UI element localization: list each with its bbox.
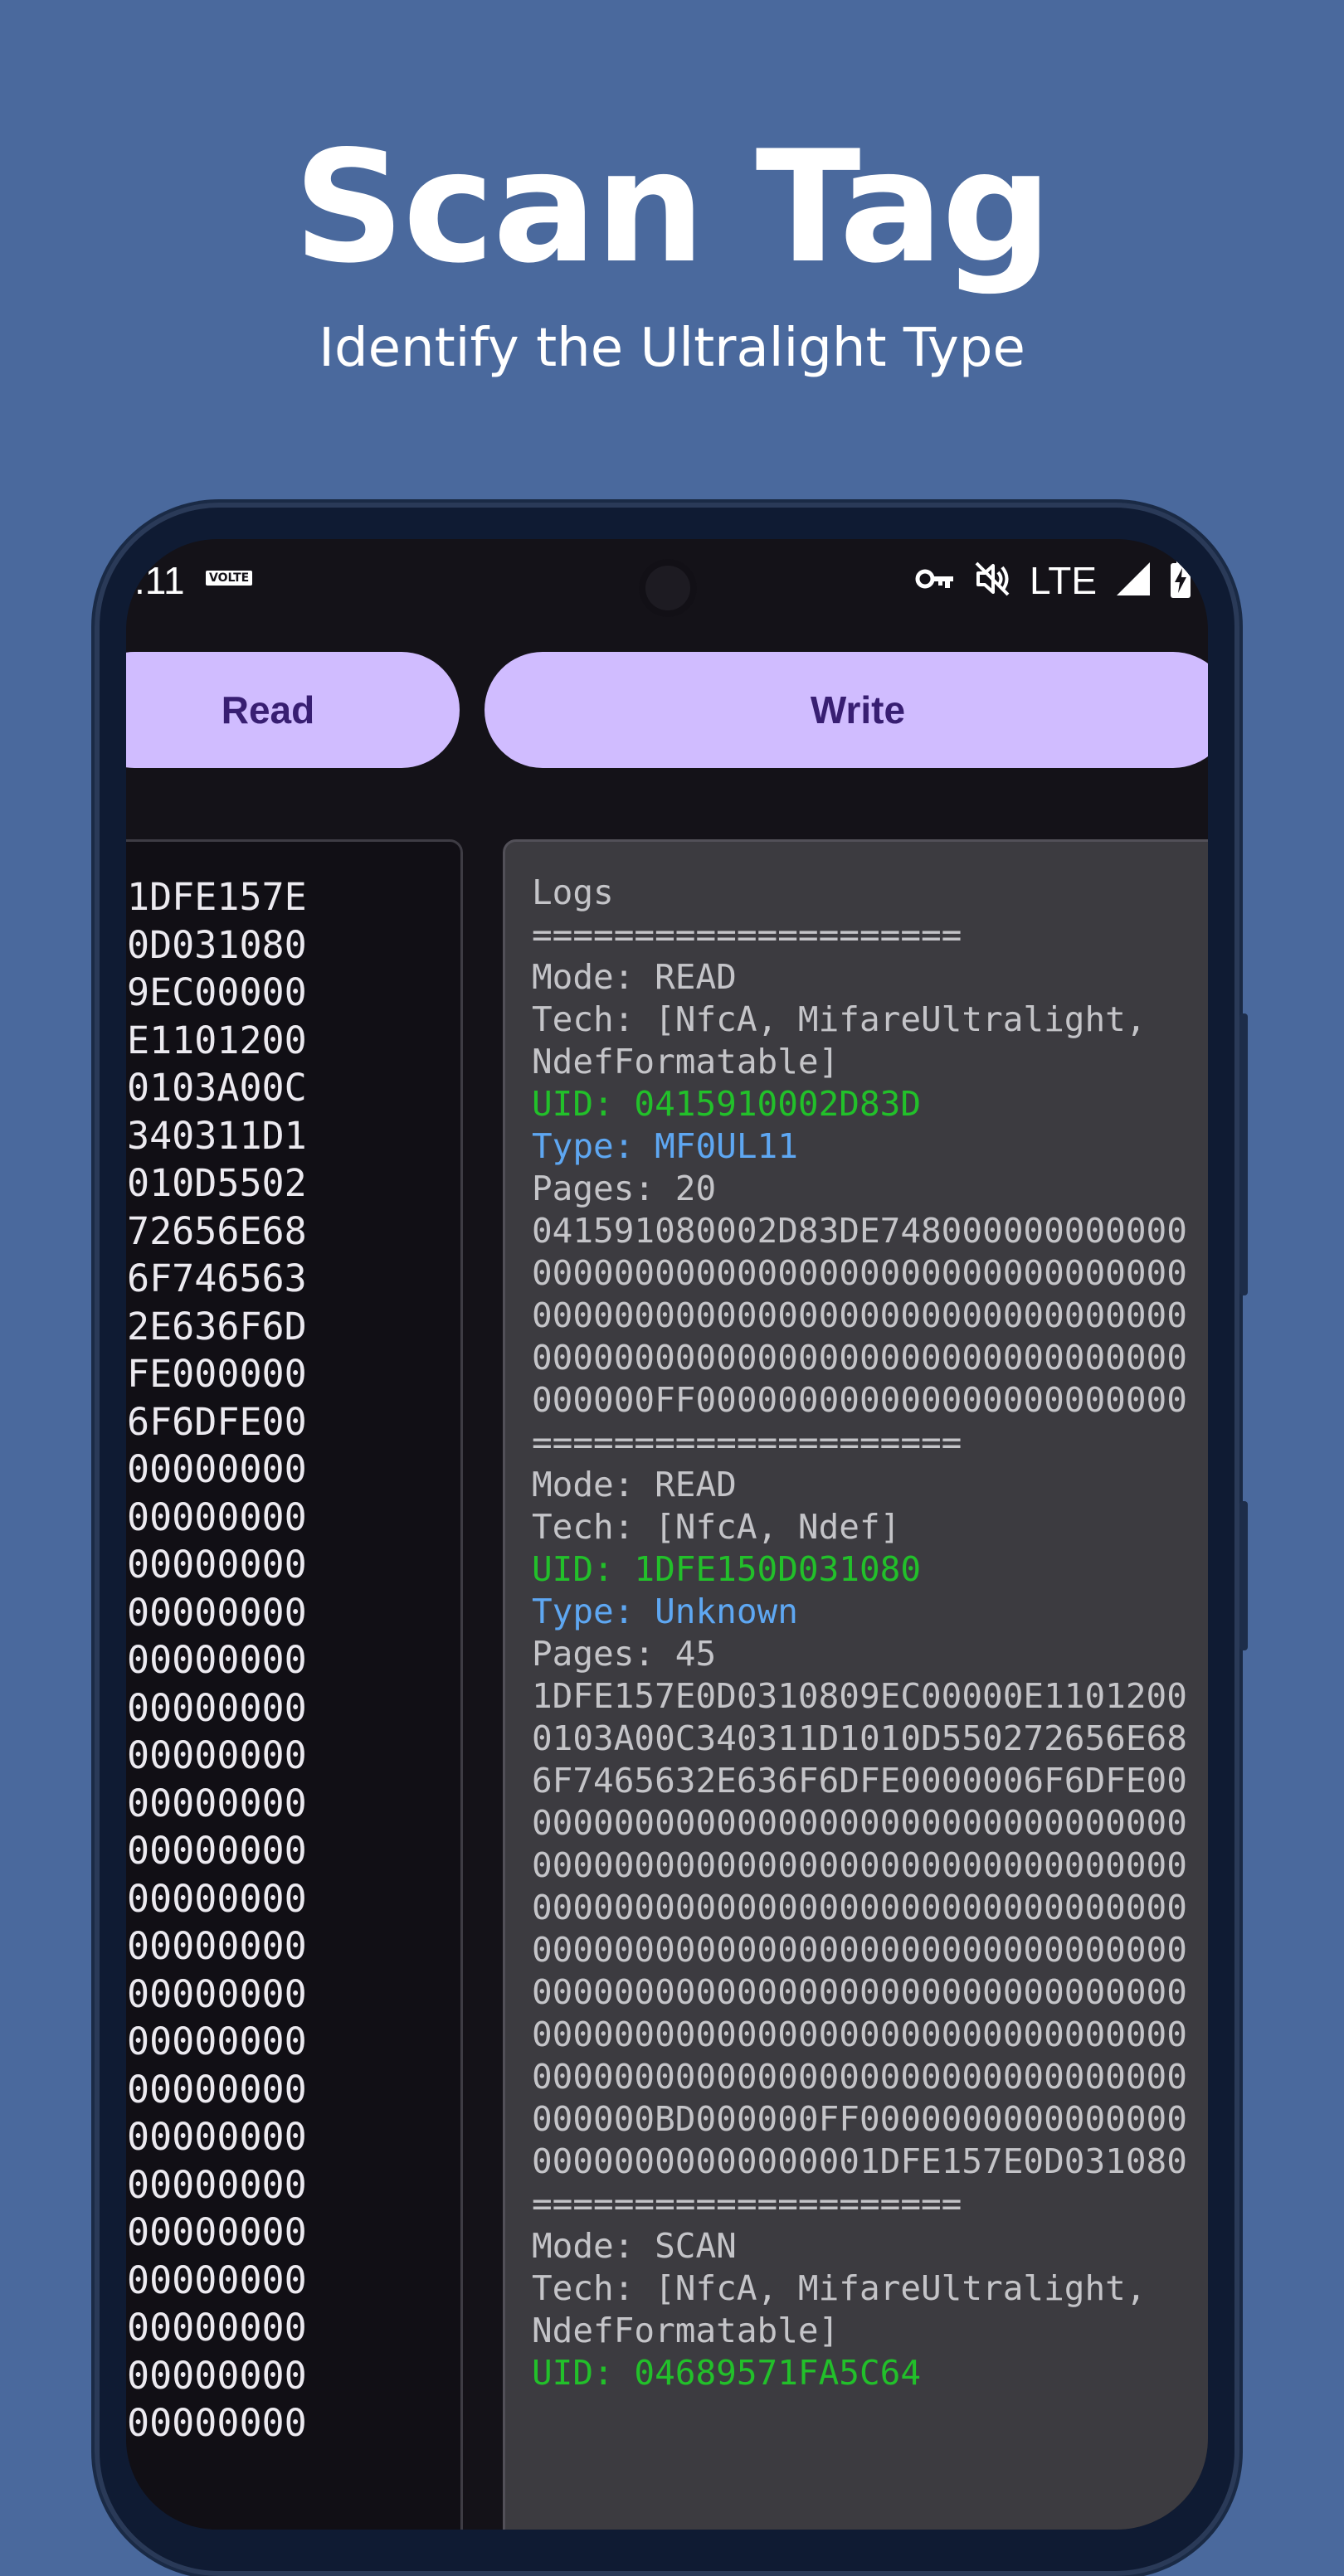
memory-page-row: 00000000 (127, 1876, 307, 1921)
battery-charging-icon (1170, 560, 1191, 601)
memory-page-row: 00000000 (127, 1590, 307, 1635)
volume-button (1239, 1501, 1248, 1650)
log-line: 1DFE157E0D0310809EC00000E1101200 (532, 1676, 1187, 1716)
memory-page-row: 00000000 (127, 2067, 307, 2112)
memory-page-row: 9EC00000 (127, 970, 307, 1014)
memory-page-row: 00000000 (127, 1924, 307, 1968)
log-line: ===================== (532, 2184, 962, 2224)
log-line: 00000000000000000000000000000000 (532, 1972, 1187, 2012)
logs-list: Logs ===================== Mode: READ Tech:… (532, 872, 1187, 2394)
log-line: 00000000000000000000000000000000 (532, 1930, 1187, 1970)
logs-panel[interactable]: Logs ===================== Mode: READ Tech:… (503, 839, 1208, 2530)
log-line: 00000000000000000000000000000000 (532, 2015, 1187, 2054)
log-line: 00000000000000000000000000000000 (532, 1295, 1187, 1335)
log-line: UID: 0415910002D83D (532, 1084, 921, 1124)
memory-page-row: 00000000 (127, 1543, 307, 1587)
memory-page-row: 00000000 (127, 1971, 307, 2016)
log-line: Mode: READ (532, 1465, 737, 1504)
log-line: 6F7465632E636F6DFE0000006F6DFE00 (532, 1761, 1187, 1801)
log-line: Pages: 45 (532, 1634, 717, 1674)
network-type: LTE (1030, 559, 1097, 602)
log-line: UID: 04689571FA5C64 (532, 2353, 921, 2393)
log-line: Tech: [NfcA, MifareUltralight, (532, 2268, 1147, 2308)
memory-page-row: 72656E68 (127, 1208, 307, 1253)
log-line: 0103A00C340311D1010D550272656E68 (532, 1718, 1187, 1758)
log-line: 00000000000000000000000000000000 (532, 1845, 1187, 1885)
memory-page-row: 00000000 (127, 2353, 307, 2398)
memory-page-row: 00000000 (127, 1781, 307, 1825)
log-line: 00000000000000000000000000000000 (532, 2057, 1187, 2097)
memory-page-row: 00000000 (127, 2258, 307, 2302)
log-line: UID: 1DFE150D031080 (532, 1549, 921, 1589)
log-line: Tech: [NfcA, MifareUltralight, (532, 999, 1147, 1039)
log-line: Logs (532, 872, 614, 912)
log-line: NdefFormatable] (532, 2311, 840, 2350)
log-line: 00000000000000000000000000000000 (532, 1803, 1187, 1843)
memory-page-row: 00000000 (127, 1685, 307, 1730)
memory-page-row: 6F746563 (127, 1256, 307, 1300)
signal-icon (1115, 561, 1152, 600)
memory-page-row: 00000000 (127, 1495, 307, 1539)
memory-dump-panel[interactable]: 1DFE157E 0D031080 9EC00000 E1101200 0103A00C… (126, 839, 463, 2530)
write-button[interactable]: Write (485, 652, 1208, 768)
log-line: 000000BD000000FF0000000000000000 (532, 2099, 1187, 2139)
read-button[interactable]: Read (126, 652, 460, 768)
memory-page-row: 00000000 (127, 1638, 307, 1682)
status-bar: .11 VOLTE LTE (126, 539, 1208, 630)
memory-page-row: 00000000 (127, 2210, 307, 2254)
log-line: Mode: SCAN (532, 2226, 737, 2266)
log-line: Type: Unknown (532, 1592, 798, 1631)
log-line: ===================== (532, 1422, 962, 1462)
memory-page-row: 00000000 (127, 2019, 307, 2063)
front-camera (639, 559, 697, 617)
log-line: 041591080002D83DE748000000000000 (532, 1211, 1187, 1251)
memory-dump-list: 1DFE157E 0D031080 9EC00000 E1101200 0103A00C… (127, 873, 307, 2447)
log-line: 000000FF000000000000000000000000 (532, 1380, 1187, 1420)
memory-page-row: 0D031080 (127, 922, 307, 967)
log-line: 00000000000000000000000000000000 (532, 1338, 1187, 1378)
log-line: ===================== (532, 915, 962, 955)
log-line: Type: MF0UL11 (532, 1126, 798, 1166)
log-line: NdefFormatable] (532, 1042, 840, 1081)
volte-badge: VOLTE (206, 571, 253, 586)
log-line: Mode: READ (532, 957, 737, 997)
memory-page-row: 00000000 (127, 1829, 307, 1873)
status-icons: LTE (915, 554, 1191, 607)
log-line: 00000000000000000000000000000000 (532, 1888, 1187, 1927)
memory-page-row: 00000000 (127, 2401, 307, 2445)
phone-screen: .11 VOLTE LTE Read Write 1DFE157E 0D0310… (126, 539, 1208, 2530)
memory-page-row: 2E636F6D (127, 1304, 307, 1349)
log-line: Tech: [NfcA, Ndef] (532, 1507, 901, 1547)
memory-page-row: 00000000 (127, 1733, 307, 1777)
memory-page-row: 00000000 (127, 2115, 307, 2159)
power-button (1239, 1013, 1248, 1295)
memory-page-row: 0103A00C (127, 1066, 307, 1110)
promo-title: Scan Tag (293, 117, 1052, 297)
memory-page-row: 00000000 (127, 2306, 307, 2350)
memory-page-row: 6F6DFE00 (127, 1399, 307, 1444)
memory-page-row: FE000000 (127, 1352, 307, 1396)
memory-page-row: 00000000 (127, 2162, 307, 2207)
promo-subtitle: Identify the Ultralight Type (319, 318, 1025, 379)
vpn-key-icon (915, 566, 955, 595)
mute-icon (973, 560, 1011, 601)
memory-page-row: 010D5502 (127, 1161, 307, 1205)
memory-page-row: 340311D1 (127, 1113, 307, 1158)
memory-page-row: 00000000 (127, 1447, 307, 1491)
memory-page-row: E1101200 (127, 1018, 307, 1062)
log-line: 00000000000000001DFE157E0D031080 (532, 2141, 1187, 2181)
status-time: .11 (134, 559, 185, 602)
memory-page-row: 1DFE157E (127, 875, 307, 919)
log-line: Pages: 20 (532, 1169, 717, 1208)
log-line: 00000000000000000000000000000000 (532, 1253, 1187, 1293)
